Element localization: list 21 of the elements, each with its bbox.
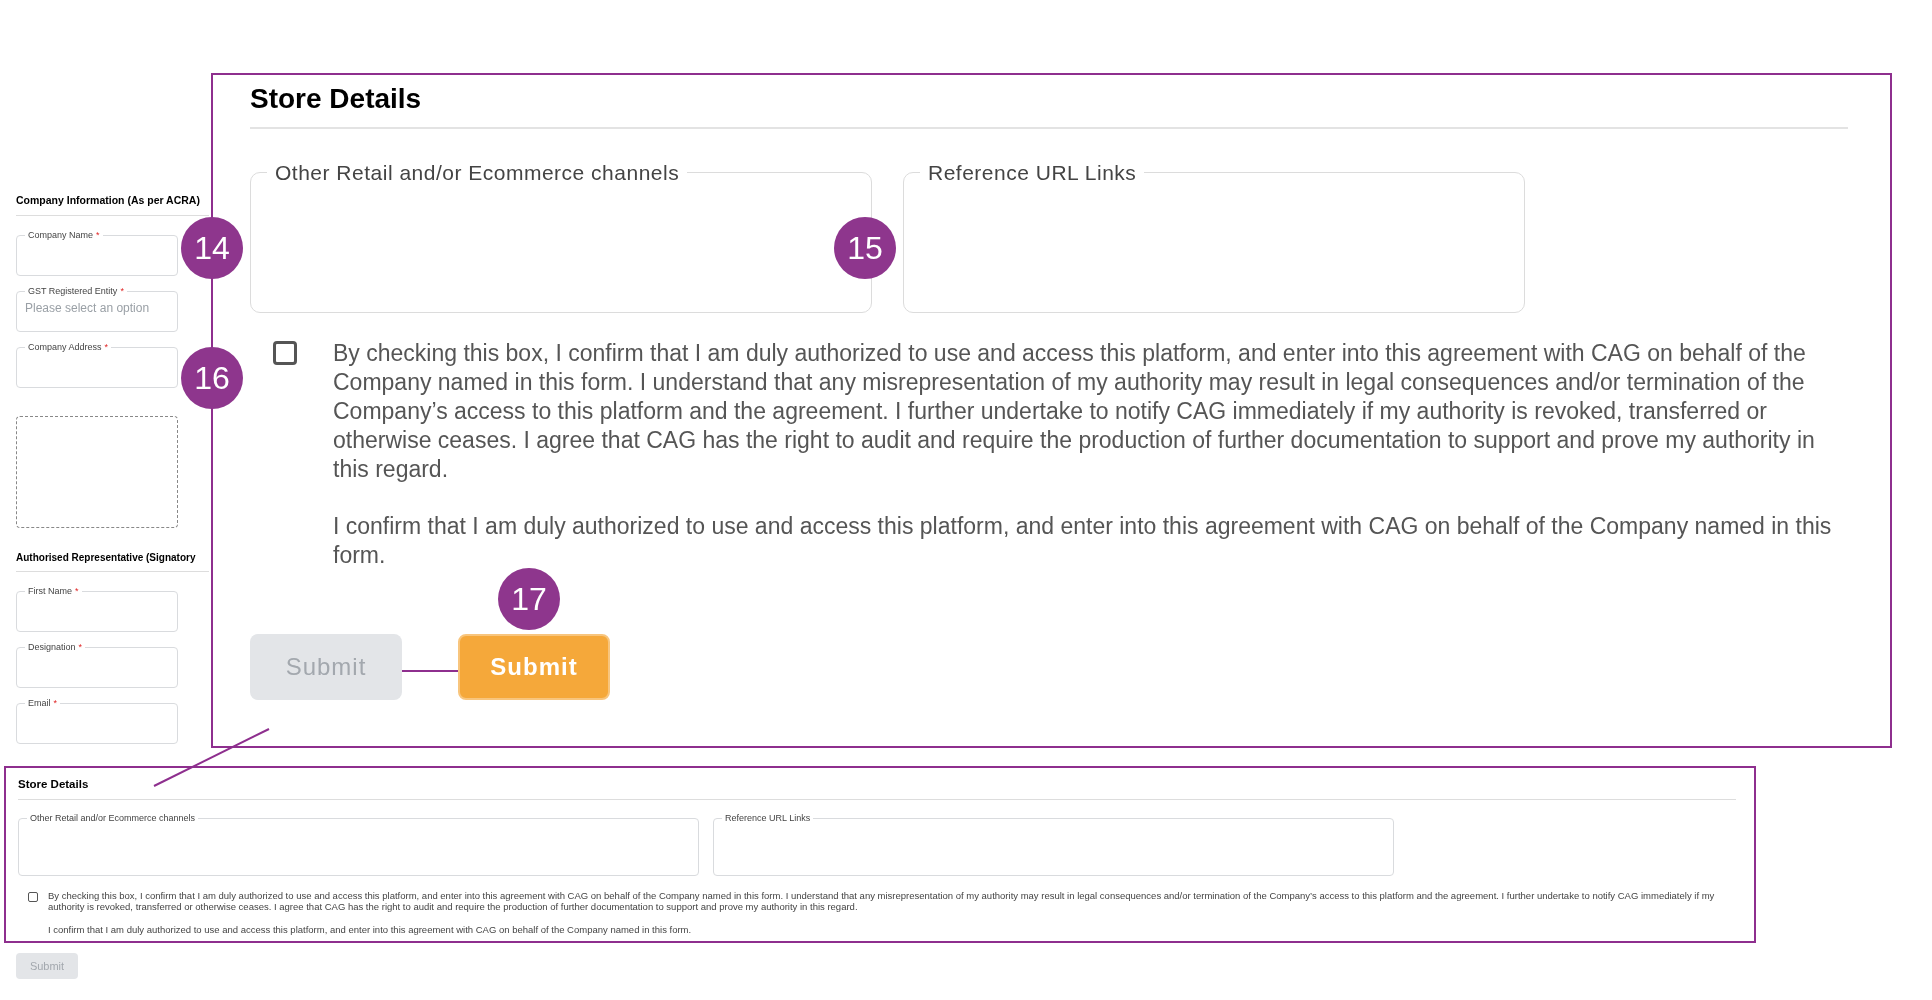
confirmation-text: I confirm that I am duly authorized to use and access this platform, and enter into this agreement with CAG on behalf of the Company named in this form. bbox=[333, 512, 1833, 570]
leader-line bbox=[401, 670, 459, 672]
input-field[interactable]: Company Name * bbox=[16, 229, 178, 276]
input-field[interactable]: First Name * bbox=[16, 585, 178, 632]
step-number-badge: 16 bbox=[181, 347, 243, 409]
section-title: Store Details bbox=[250, 82, 423, 116]
section-title: Company Information (As per ACRA) bbox=[16, 193, 201, 208]
consent-text: By checking this box, I confirm that I am duly authorized to use and access this platform, and enter into this agreement with CAG on behalf of the Company named in this form. I understand that any misrepresentation of my authority may result in legal consequences and/or termination of the Company’s access to this platform and the agreement. I further undertake to notify CAG immediately if my authority is revoked, transferred or otherwise ceases. I agree that CAG has the right to audit and require the production of further documentation to support and prove my authority in this regard. bbox=[333, 339, 1816, 484]
step-number-badge: 14 bbox=[181, 217, 243, 279]
input-field[interactable]: Other Retail and/or Ecommerce channels bbox=[18, 812, 699, 876]
confirmation-text: I confirm that I am duly authorized to use and access this platform, and enter into this agreement with CAG on behalf of the Company named in this form. bbox=[48, 924, 693, 935]
input-field[interactable]: Reference URL Links bbox=[713, 812, 1394, 876]
checkbox[interactable] bbox=[28, 892, 38, 902]
section-title: Authorised Representative (Signatory bbox=[16, 550, 197, 565]
checkbox[interactable] bbox=[273, 341, 297, 365]
select-field[interactable]: GST Registered Entity * Please select an option bbox=[16, 285, 178, 332]
input-field[interactable]: Designation * bbox=[16, 641, 178, 688]
input-field[interactable]: Email * bbox=[16, 697, 178, 744]
section-title: Store Details bbox=[18, 776, 90, 792]
consent-text: By checking this box, I confirm that I am duly authorized to use and access this platform, and enter into this agreement with CAG on behalf of the Company named in this form. I understand that any misrepresentation of my authority may result in legal consequences and/or termination of the Company’s access to this platform and the agreement. I further undertake to notify CAG immediately if my authority is revoked, transferred or otherwise ceases. I agree that CAG has the right to audit and require the production of further documentation to support and prove my authority in this regard. bbox=[48, 890, 1716, 912]
input-field[interactable]: Company Address * bbox=[16, 341, 178, 388]
